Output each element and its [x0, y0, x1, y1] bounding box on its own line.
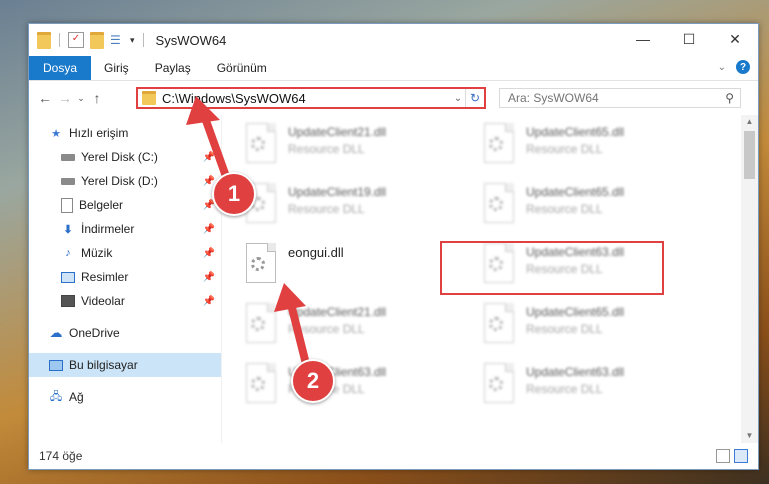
search-box[interactable]: ⚲ [499, 88, 741, 108]
dll-file-icon [242, 301, 278, 345]
file-highlight-box [440, 241, 664, 295]
navigation-pane: ★ Hızlı erişim Yerel Disk (C:) 📌 Yerel D… [29, 115, 222, 443]
maximize-button[interactable]: ☐ [666, 24, 712, 54]
tab-view[interactable]: Görünüm [204, 56, 280, 80]
dll-file-icon [480, 121, 516, 165]
customize-toolbar-icon[interactable]: ▾ [130, 35, 135, 46]
dll-file-icon [242, 121, 278, 165]
folder-icon [142, 91, 156, 105]
close-button[interactable]: ✕ [712, 24, 758, 54]
step-badge-2: 2 [291, 359, 335, 403]
file-tile[interactable]: UpdateClient65.dll Resource DLL [480, 301, 710, 357]
address-row: ← → ⌄ ↑ C:\Windows\SysWOW64 ⌄ ↻ ⚲ [29, 81, 758, 115]
scroll-up-icon[interactable]: ▲ [741, 115, 758, 129]
nav-documents[interactable]: Belgeler 📌 [29, 193, 221, 217]
refresh-button[interactable]: ↻ [465, 89, 484, 107]
nav-network[interactable]: 🖧 Ağ [29, 385, 221, 409]
file-tile[interactable]: UpdateClient21.dll Resource DLL [242, 301, 472, 357]
pictures-icon [61, 271, 75, 283]
address-path[interactable]: C:\Windows\SysWOW64 [162, 91, 451, 106]
forward-button[interactable]: → [55, 90, 75, 106]
file-tile[interactable]: UpdateClient19.dll Resource DLL [242, 181, 472, 237]
window-controls: — ☐ ✕ [620, 24, 758, 54]
dll-file-icon [480, 181, 516, 225]
scroll-down-icon[interactable]: ▼ [741, 429, 758, 443]
nav-this-pc[interactable]: Bu bilgisayar [29, 353, 221, 377]
title-bar: ✓ ☰ ▾ SysWOW64 — ☐ ✕ [29, 24, 758, 56]
nav-quick-access[interactable]: ★ Hızlı erişim [29, 121, 221, 145]
download-icon: ⬇ [63, 223, 73, 236]
folder-icon [37, 31, 51, 49]
pin-icon: 📌 [202, 271, 215, 283]
file-tile[interactable]: UpdateClient63.dllResource DLL [480, 361, 710, 417]
recent-locations-icon[interactable]: ⌄ [75, 93, 87, 104]
ribbon-tabs: Dosya Giriş Paylaş Görünüm ⌄ ? [29, 56, 758, 81]
quick-access-toolbar: ✓ ☰ ▾ [29, 31, 146, 49]
tiles-view-icon[interactable] [734, 449, 748, 463]
up-button[interactable]: ↑ [87, 90, 107, 106]
expand-ribbon-icon[interactable]: ⌄ [718, 62, 726, 73]
vertical-scrollbar[interactable]: ▲ ▼ [741, 115, 758, 443]
pin-icon: 📌 [202, 151, 215, 163]
file-tile-eongui[interactable]: eongui.dll [242, 241, 472, 297]
search-icon: ⚲ [725, 91, 734, 105]
back-button[interactable]: ← [35, 90, 55, 106]
new-folder-icon[interactable] [90, 31, 104, 49]
cloud-icon: ☁ [49, 325, 63, 340]
nav-music[interactable]: ♪ Müzik 📌 [29, 241, 221, 265]
scroll-thumb[interactable] [744, 131, 755, 179]
address-bar[interactable]: C:\Windows\SysWOW64 ⌄ ↻ [136, 87, 486, 109]
nav-pictures[interactable]: Resimler 📌 [29, 265, 221, 289]
pin-icon: 📌 [202, 247, 215, 259]
nav-videos[interactable]: Videolar 📌 [29, 289, 221, 313]
help-icon[interactable]: ? [736, 60, 750, 74]
details-view-icon[interactable] [716, 449, 730, 463]
tab-file[interactable]: Dosya [29, 56, 92, 80]
minimize-button[interactable]: — [620, 24, 666, 54]
item-count: 174 öğe [39, 449, 83, 463]
nav-local-disk-c[interactable]: Yerel Disk (C:) 📌 [29, 145, 221, 169]
dll-file-icon [480, 361, 516, 405]
search-input[interactable] [506, 90, 726, 106]
file-tile[interactable]: UpdateClient65.dll Resource DLL [480, 121, 710, 177]
nav-local-disk-d[interactable]: Yerel Disk (D:) 📌 [29, 169, 221, 193]
dll-file-icon [242, 361, 278, 405]
nav-onedrive[interactable]: ☁ OneDrive [29, 321, 221, 345]
videos-icon [61, 295, 75, 307]
explorer-window: ✓ ☰ ▾ SysWOW64 — ☐ ✕ Dosya Giriş Paylaş … [28, 23, 759, 470]
drive-icon [61, 177, 75, 185]
pin-icon: 📌 [202, 295, 215, 307]
computer-icon [49, 359, 63, 371]
music-icon: ♪ [65, 247, 71, 259]
documents-icon [61, 197, 73, 213]
address-dropdown-icon[interactable]: ⌄ [451, 93, 465, 104]
drive-icon [61, 153, 75, 161]
status-bar: 174 öğe [29, 443, 758, 469]
rename-icon[interactable]: ☰ [110, 33, 124, 47]
step-badge-1: 1 [212, 172, 256, 216]
network-icon: 🖧 [49, 390, 63, 403]
file-tile[interactable]: UpdateClient63.dllResource DLL [242, 361, 472, 417]
star-icon: ★ [51, 127, 61, 140]
nav-downloads[interactable]: ⬇ İndirmeler 📌 [29, 217, 221, 241]
dll-file-icon [242, 241, 278, 285]
tab-home[interactable]: Giriş [91, 56, 142, 80]
window-title: SysWOW64 [155, 32, 227, 48]
pin-icon: 📌 [202, 223, 215, 235]
file-tile[interactable]: UpdateClient21.dll Resource DLL [242, 121, 472, 177]
tab-share[interactable]: Paylaş [142, 56, 204, 80]
properties-icon[interactable]: ✓ [68, 32, 84, 48]
file-tile[interactable]: UpdateClient65.dll Resource DLL [480, 181, 710, 237]
dll-file-icon [480, 301, 516, 345]
